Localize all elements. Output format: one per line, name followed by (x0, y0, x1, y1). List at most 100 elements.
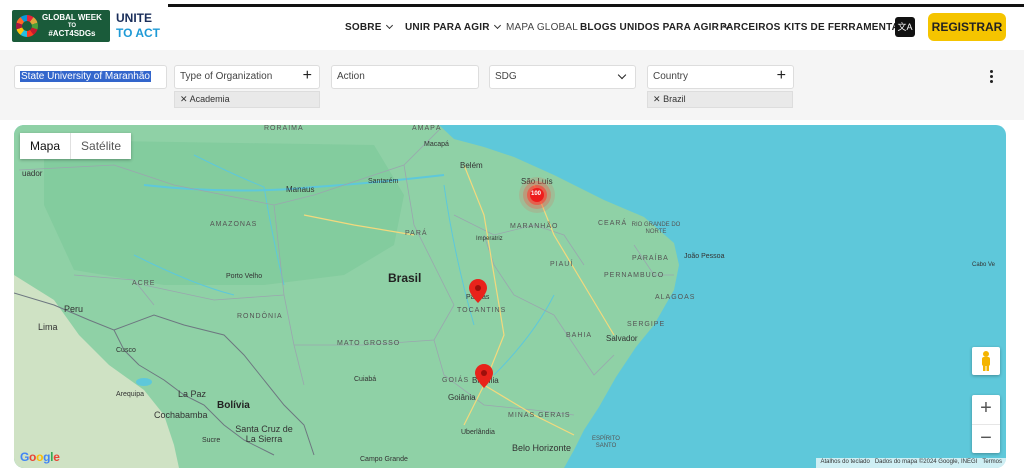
top-navigation-bar: GLOBAL WEEK TO #ACT4SDGs UNITE TO ACT SO… (0, 0, 1024, 50)
nav-unir-para-agir-label: UNIR PARA AGIR (405, 22, 490, 33)
zoom-control: + − (972, 395, 1000, 453)
plus-icon[interactable]: + (777, 66, 786, 86)
action-placeholder: Action (337, 71, 365, 82)
country-placeholder: Country (653, 71, 689, 82)
chevron-down-icon (493, 21, 501, 30)
filter-bar: State University of Maranhão Type of Org… (0, 50, 1024, 120)
map-label-amazonas: AMAZONAS (210, 221, 258, 228)
keyboard-shortcuts-link[interactable]: Atalhos do teclado (820, 459, 869, 465)
logo-line-3: #ACT4SDGs (48, 29, 96, 38)
map-label-cusco: Cusco (116, 347, 136, 354)
nav-blogs-label: BLOGS UNIDOS PARA AGIR (580, 22, 720, 33)
nav-unir-para-agir[interactable]: UNIR PARA AGIR (405, 21, 501, 33)
map-label-tocantins: TOCANTINS (457, 307, 507, 314)
map-label-sergipe: SERGIPE (627, 321, 666, 328)
map-label-amapa: AMAPÁ (412, 125, 442, 132)
map-label-paraiba: PARAÍBA (632, 255, 669, 262)
plus-icon[interactable]: + (303, 66, 312, 86)
more-options-icon[interactable] (990, 70, 996, 85)
nav-parceiros[interactable]: PARCEIROS (720, 22, 781, 33)
map-label-roraima: RORAIMA (264, 125, 304, 132)
organization-type-chip: ✕ Academia (174, 91, 320, 108)
map-attribution: Atalhos do teclado Dados do mapa ©2024 G… (816, 458, 1006, 468)
map-label-belo-horizonte: Belo Horizonte (512, 443, 572, 453)
map-label-la-paz: La Paz (178, 389, 207, 399)
nav-mapa-global[interactable]: MAPA GLOBAL (506, 22, 578, 33)
google-logo-letter: G (20, 450, 30, 464)
logo-line-1: GLOBAL WEEK (42, 13, 102, 22)
chevron-down-icon (385, 21, 393, 30)
map-label-minas-gerais: MINAS GERAIS (508, 412, 571, 419)
map-label-macapa: Macapá (424, 141, 449, 148)
nav-parceiros-label: PARCEIROS (720, 22, 781, 33)
nav-sobre[interactable]: SOBRE (345, 21, 393, 33)
map-label-porto-velho: Porto Velho (226, 273, 263, 280)
action-input[interactable]: Action (331, 65, 479, 89)
zoom-in-button[interactable]: + (972, 395, 1000, 424)
map-container[interactable]: RORAIMA AMAPÁ Macapá Belém São Luís uado… (14, 125, 1006, 468)
marker-cluster-count: 100 (531, 191, 542, 197)
map-label-campo-grande: Campo Grande (360, 456, 408, 463)
map-data-credit: Dados do mapa ©2024 Google, INEGI (874, 459, 978, 465)
map-label-alagoas: ALAGOAS (655, 294, 696, 301)
map-label-belem: Belém (460, 161, 483, 170)
map-type-satellite-button[interactable]: Satélite (71, 133, 131, 159)
sdg-placeholder: SDG (495, 71, 517, 82)
map-label-acre: ACRE (132, 280, 156, 287)
map-pin-brasilia[interactable] (475, 364, 493, 390)
brand-line-2: TO ACT (116, 26, 160, 40)
map-label-maranhao: MARANHÃO (510, 223, 559, 230)
map-label-bolivia: Bolívia (217, 400, 250, 411)
map-label-rondonia: RONDÔNIA (237, 313, 283, 320)
map-type-control: Mapa Satélite (20, 133, 132, 159)
terms-link[interactable]: Termos (982, 459, 1002, 465)
sdg-select[interactable]: SDG (489, 65, 636, 89)
nav-kits[interactable]: KITS DE FERRAMENTAS (784, 22, 906, 33)
map-label-cochabamba: Cochabamba (154, 410, 208, 420)
global-week-logo[interactable]: GLOBAL WEEK TO #ACT4SDGs (12, 10, 110, 42)
remove-chip-icon[interactable]: ✕ (653, 94, 661, 104)
map-label-ceara: CEARÁ (598, 220, 628, 227)
logo-text: GLOBAL WEEK TO #ACT4SDGs (42, 13, 102, 39)
map-label-peru: Peru (64, 304, 84, 314)
nav-blogs[interactable]: BLOGS UNIDOS PARA AGIR (580, 21, 731, 33)
map-label-brasil: Brasil (388, 271, 422, 285)
map-type-map-button[interactable]: Mapa (20, 133, 72, 159)
register-button[interactable]: REGISTRAR (928, 13, 1006, 41)
map-label-manaus: Manaus (286, 185, 315, 194)
map-pin-palmas[interactable] (469, 279, 487, 305)
map-label-ecuador: uador (22, 169, 43, 178)
map-label-cuiaba: Cuiabá (354, 376, 377, 383)
map-label-santarem: Santarém (368, 178, 399, 185)
sdg-wheel-icon (16, 15, 38, 37)
map-label-arequipa: Arequipa (116, 391, 145, 398)
amazon-forest-region (44, 140, 404, 285)
organization-type-placeholder: Type of Organization (180, 71, 273, 82)
unite-to-act-brand[interactable]: UNITE TO ACT (116, 11, 160, 41)
map-label-uberlandia: Uberlândia (461, 429, 495, 436)
google-logo-letter: e (53, 450, 60, 464)
map-label-rio-grande-do-norte: RIO GRANDE DO NORTE (631, 222, 681, 235)
search-input[interactable]: State University of Maranhão (14, 65, 167, 89)
map-label-sucre: Sucre (202, 437, 221, 444)
map-label-para: PARÁ (405, 230, 428, 237)
country-select[interactable]: Country + (647, 65, 794, 89)
pegman-icon (982, 351, 990, 371)
organization-type-select[interactable]: Type of Organization + (174, 65, 320, 89)
street-view-pegman-button[interactable] (972, 347, 1000, 375)
map-label-pernambuco: PERNAMBUCO (604, 272, 665, 279)
map-label-goias: GOIÁS (442, 377, 470, 384)
country-chip: ✕ Brazil (647, 91, 793, 108)
zoom-out-button[interactable]: − (972, 425, 1000, 454)
organization-type-chip-label: Academia (189, 94, 230, 104)
map-label-piaui: PIAUÍ (550, 261, 574, 268)
map-label-joao-pessoa: João Pessoa (684, 253, 725, 260)
country-chip-label: Brazil (663, 94, 686, 104)
remove-chip-icon[interactable]: ✕ (180, 94, 188, 104)
brand-line-1: UNITE (116, 11, 152, 25)
map-label-salvador: Salvador (606, 334, 638, 343)
search-input-value: State University of Maranhão (20, 71, 151, 82)
map-label-cabo-verde: Cabo Ve (972, 262, 996, 268)
translate-button[interactable]: 文A (895, 17, 915, 37)
nav-sobre-label: SOBRE (345, 22, 382, 33)
